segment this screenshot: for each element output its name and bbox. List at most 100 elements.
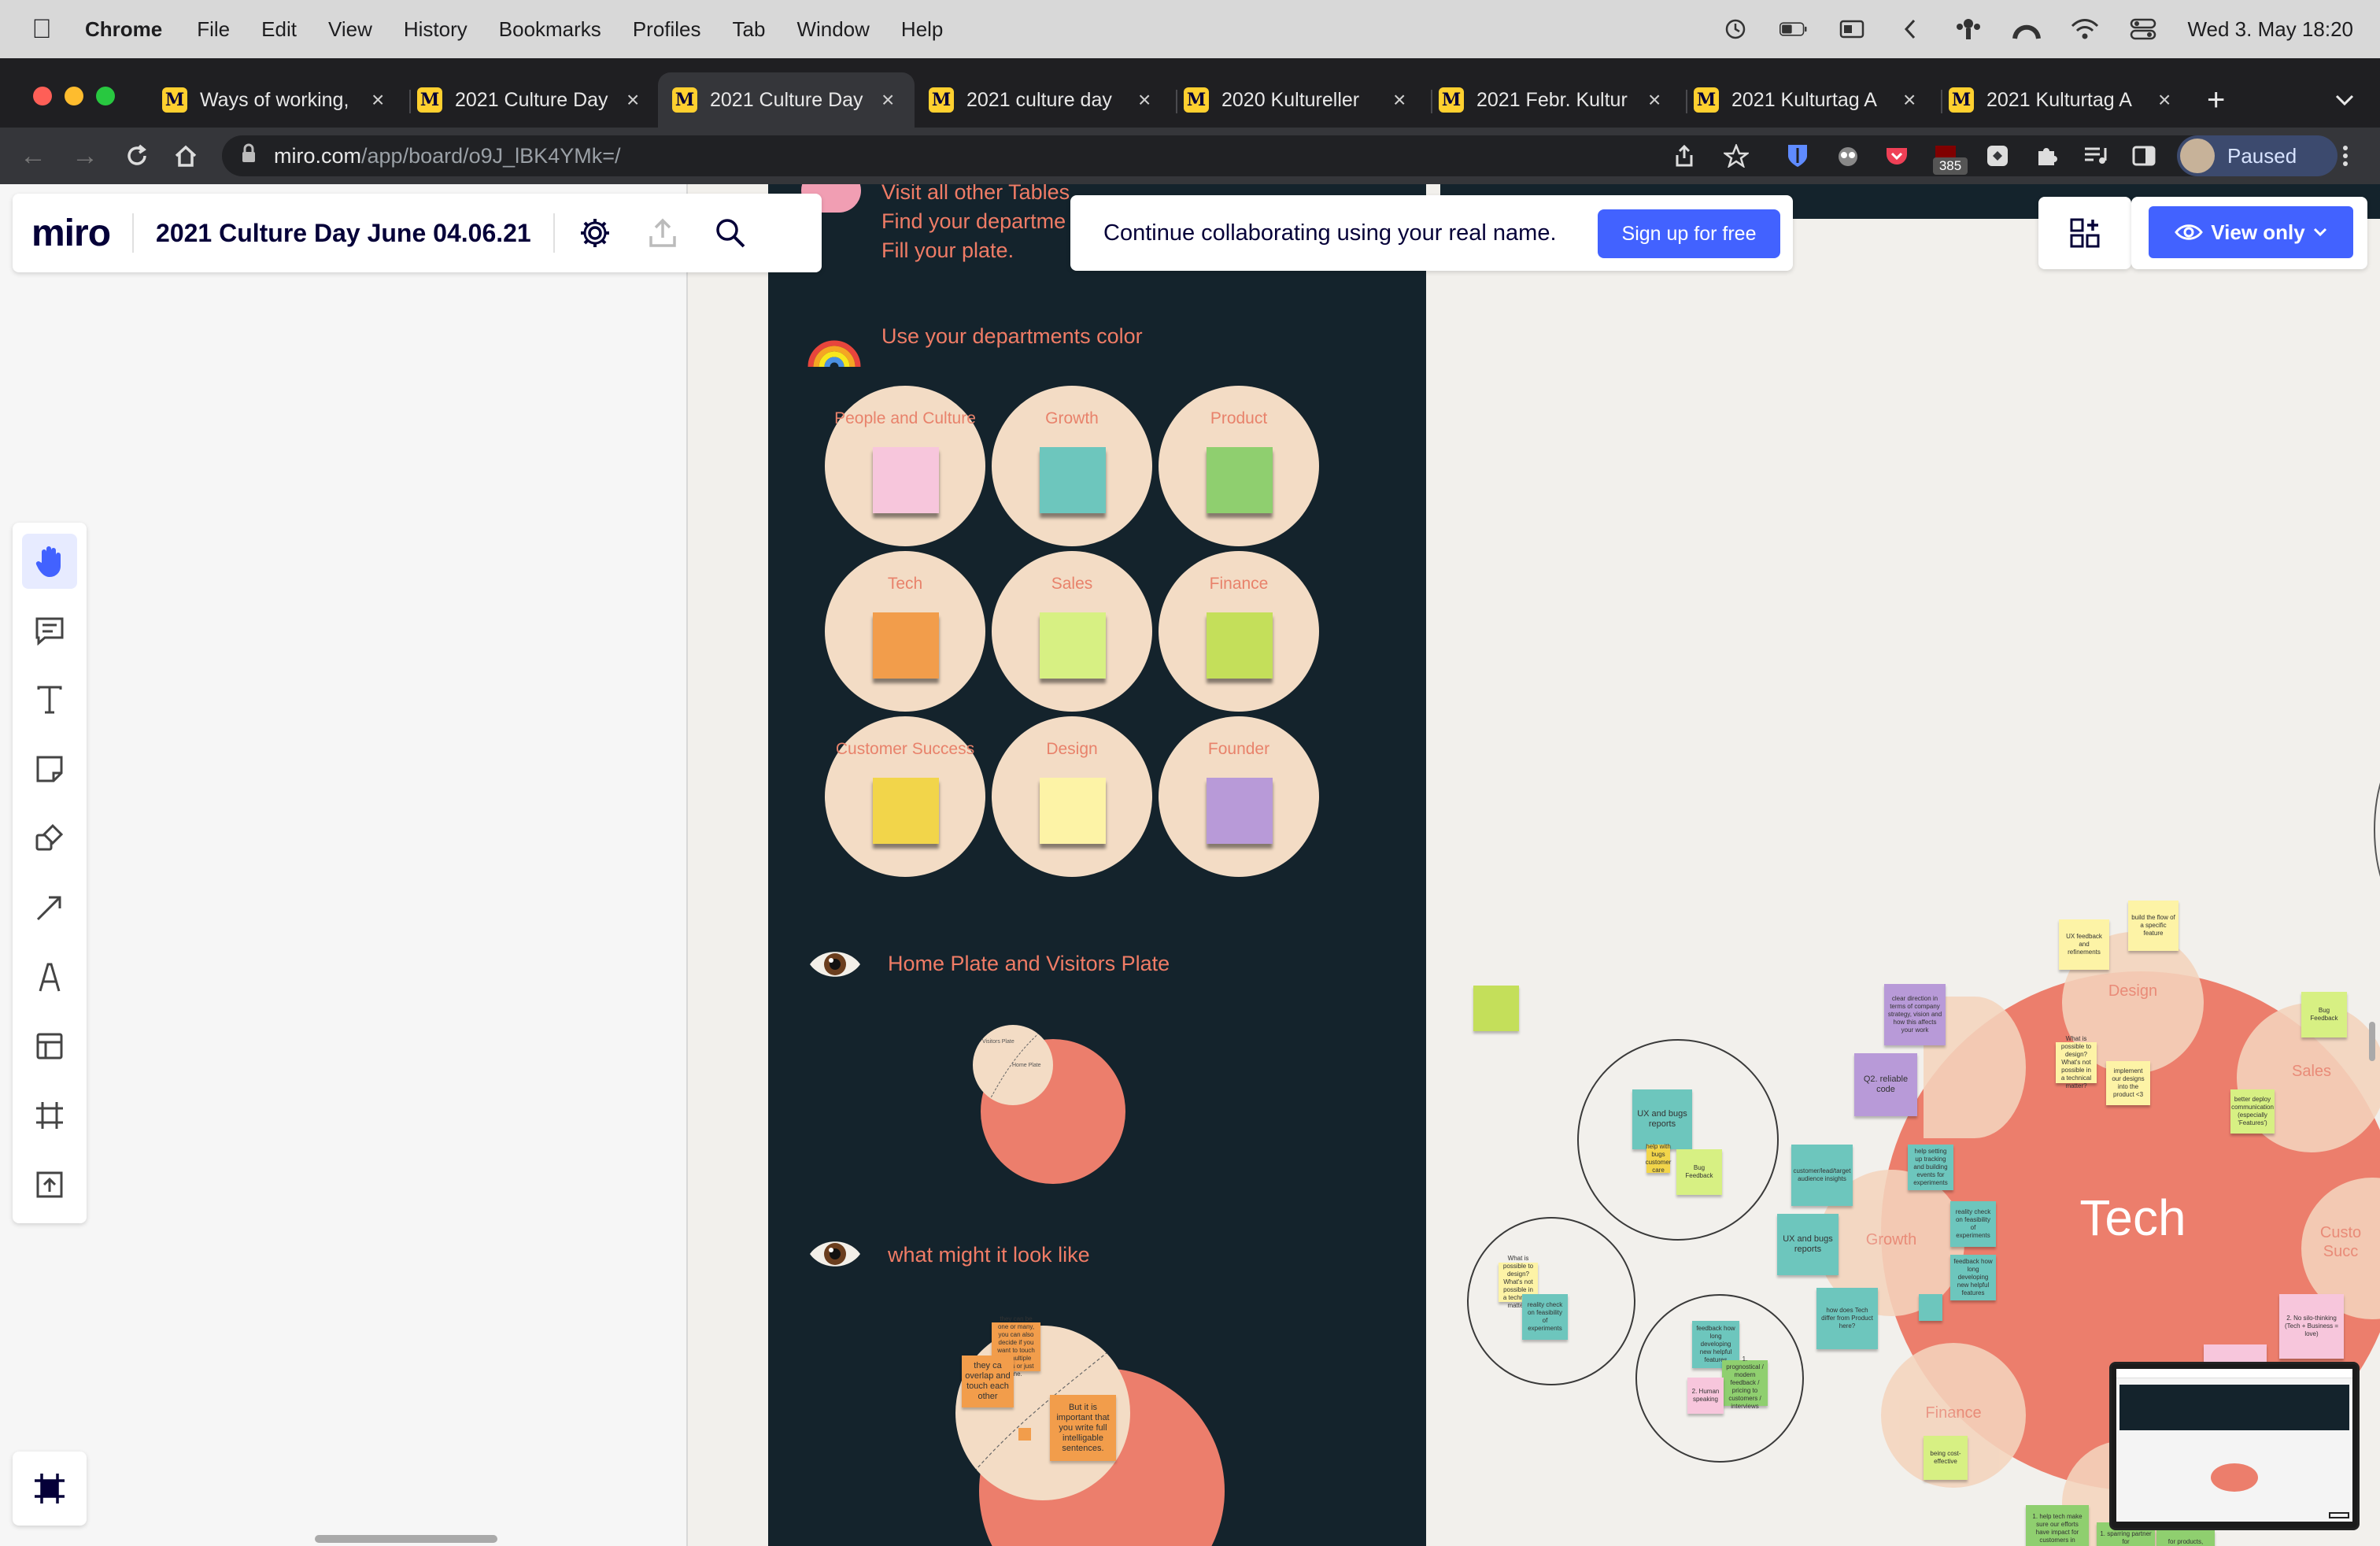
sticky-note[interactable] — [1919, 1294, 1942, 1321]
close-tab-icon[interactable]: × — [2158, 87, 2171, 113]
close-tab-icon[interactable]: × — [371, 87, 384, 113]
sticky-note[interactable]: better deploy communication (especially … — [2230, 1089, 2275, 1134]
profile-chip[interactable]: Paused — [2177, 135, 2338, 176]
reload-icon[interactable] — [120, 139, 154, 173]
miro-board[interactable]: Visit all other Tables Find your departm… — [0, 184, 2380, 1546]
battery-icon[interactable] — [1779, 17, 1808, 41]
sticky-note[interactable]: Q2. reliable code — [1854, 1053, 1917, 1116]
browser-tab[interactable]: M 2021 Kulturtag A × — [1694, 72, 1916, 128]
extensions-puzzle-icon[interactable] — [2032, 142, 2060, 170]
department-note[interactable] — [873, 778, 939, 844]
close-tab-icon[interactable]: × — [881, 87, 894, 113]
search-icon[interactable] — [711, 213, 750, 253]
department-note[interactable] — [1207, 612, 1273, 679]
zoom-window-button[interactable] — [96, 87, 115, 105]
connection-line-tool-icon[interactable] — [22, 880, 77, 935]
display-icon[interactable] — [1838, 17, 1866, 41]
sticky-note[interactable]: UX feedback and refinements — [2059, 919, 2109, 970]
menu-clock[interactable]: Wed 3. May 18:20 — [2187, 17, 2353, 42]
sticky-note[interactable]: build the flow of a specific feature — [2128, 901, 2179, 951]
reading-list-icon[interactable] — [2081, 142, 2109, 170]
sticky-note[interactable]: reality check on feasibility of experime… — [1522, 1294, 1568, 1340]
chevron-left-icon[interactable] — [1896, 17, 1924, 41]
department-note[interactable] — [873, 612, 939, 679]
url-text[interactable]: miro.com/app/board/o9J_lBK4YMk=/ — [274, 144, 620, 168]
lock-icon[interactable] — [241, 143, 257, 169]
time-machine-icon[interactable] — [1721, 17, 1750, 41]
department-note[interactable] — [1040, 612, 1106, 679]
close-window-button[interactable] — [33, 87, 52, 105]
frame-tool-icon[interactable] — [22, 1088, 77, 1143]
menu-bookmarks[interactable]: Bookmarks — [499, 17, 601, 42]
vertical-scrollbar[interactable] — [2369, 1022, 2375, 1061]
sticky-note[interactable]: 2. No silo-thinking (Tech + Business = l… — [2279, 1294, 2344, 1359]
sticky-note[interactable]: clear direction in terms of company stra… — [1884, 984, 1946, 1045]
sticky-note[interactable]: how does Tech differ from Product here? — [1816, 1288, 1878, 1349]
sticky-note[interactable] — [1018, 1428, 1031, 1441]
department-note[interactable] — [1207, 447, 1273, 513]
forward-icon[interactable]: → — [68, 139, 102, 173]
hub-icon[interactable] — [1954, 17, 1983, 41]
menu-window[interactable]: Window — [796, 17, 869, 42]
browser-tab[interactable]: M 2021 Kulturtag A × — [1949, 72, 2171, 128]
horizontal-scrollbar[interactable] — [315, 1535, 497, 1543]
share-icon[interactable] — [1670, 142, 1698, 170]
address-bar[interactable]: miro.com/app/board/o9J_lBK4YMk=/ — [222, 135, 2221, 176]
apps-button[interactable] — [2038, 197, 2131, 269]
sticky-note[interactable]: being cost-effective — [1924, 1436, 1968, 1480]
board-title[interactable]: 2021 Culture Day June 04.06.21 — [156, 219, 531, 248]
frames-panel-button[interactable] — [13, 1452, 87, 1526]
sticky-note[interactable]: help with bugs customer care — [1646, 1143, 1672, 1174]
shapes-tool-icon[interactable] — [22, 811, 77, 866]
extension-box-icon[interactable] — [1983, 142, 2012, 170]
browser-tab[interactable]: M 2021 culture day × — [929, 72, 1151, 128]
sticky-note[interactable]: But it is important that you write full … — [1050, 1395, 1116, 1461]
close-tab-icon[interactable]: × — [1393, 87, 1406, 113]
menu-view[interactable]: View — [328, 17, 372, 42]
close-tab-icon[interactable]: × — [1903, 87, 1916, 113]
sticky-note[interactable]: 1. help tech make sure our efforts have … — [2026, 1505, 2089, 1546]
browser-tab-active[interactable]: M 2021 Culture Day × — [658, 72, 915, 128]
sticky-note[interactable]: customer/lead/target audience insights — [1791, 1145, 1853, 1206]
settings-gear-icon[interactable] — [575, 213, 615, 253]
sticky-note[interactable]: feedback how long developing new helpful… — [1950, 1255, 1996, 1300]
department-note[interactable] — [1207, 778, 1273, 844]
arc-icon[interactable] — [2012, 17, 2042, 41]
hand-tool-icon[interactable] — [22, 534, 77, 589]
sticky-note[interactable]: 1. prognostical / modern feedback / pric… — [1722, 1356, 1768, 1410]
browser-tab[interactable]: M 2020 Kultureller × — [1184, 72, 1406, 128]
tab-search-chevron-icon[interactable] — [2334, 72, 2355, 128]
sticky-note-tool-icon[interactable] — [22, 742, 77, 797]
close-tab-icon[interactable]: × — [1138, 87, 1151, 113]
home-icon[interactable] — [168, 139, 203, 173]
export-upload-icon[interactable] — [643, 213, 682, 253]
bookmark-star-icon[interactable] — [1722, 142, 1750, 170]
sticky-note[interactable]: they ca overlap and touch each other — [962, 1356, 1014, 1407]
new-tab-icon[interactable]: + — [2207, 72, 2225, 128]
browser-tab[interactable]: M Ways of working, × — [162, 72, 384, 128]
browser-tab[interactable]: M 2021 Culture Day × — [417, 72, 639, 128]
menu-edit[interactable]: Edit — [261, 17, 297, 42]
minimize-window-button[interactable] — [65, 87, 83, 105]
sticky-note[interactable]: Bug Feedback — [2301, 992, 2347, 1037]
pen-tool-icon[interactable] — [22, 949, 77, 1004]
view-only-button[interactable]: View only — [2149, 206, 2353, 258]
side-panel-icon[interactable] — [2130, 142, 2158, 170]
menu-history[interactable]: History — [404, 17, 468, 42]
templates-tool-icon[interactable] — [22, 1019, 77, 1074]
text-tool-icon[interactable] — [22, 672, 77, 727]
menu-profiles[interactable]: Profiles — [633, 17, 701, 42]
apple-menu-icon[interactable]:  — [28, 16, 55, 43]
sticky-note[interactable]: reality check on feasibility of experime… — [1950, 1201, 1996, 1247]
menu-file[interactable]: File — [197, 17, 230, 42]
bitwarden-icon[interactable] — [1783, 142, 1812, 170]
browser-tab[interactable]: M 2021 Febr. Kultur × — [1439, 72, 1661, 128]
sticky-note[interactable]: UX and bugs reports — [1777, 1214, 1839, 1275]
sticky-note[interactable]: 2. Human speaking — [1687, 1378, 1724, 1414]
owl-extension-icon[interactable] — [1834, 142, 1862, 170]
department-note[interactable] — [1040, 778, 1106, 844]
sticky-note[interactable]: What is possible to design? What's not p… — [2056, 1035, 2097, 1089]
comment-tool-icon[interactable] — [22, 603, 77, 658]
board-minimap[interactable] — [2109, 1362, 2360, 1530]
back-icon[interactable]: ← — [16, 139, 50, 173]
